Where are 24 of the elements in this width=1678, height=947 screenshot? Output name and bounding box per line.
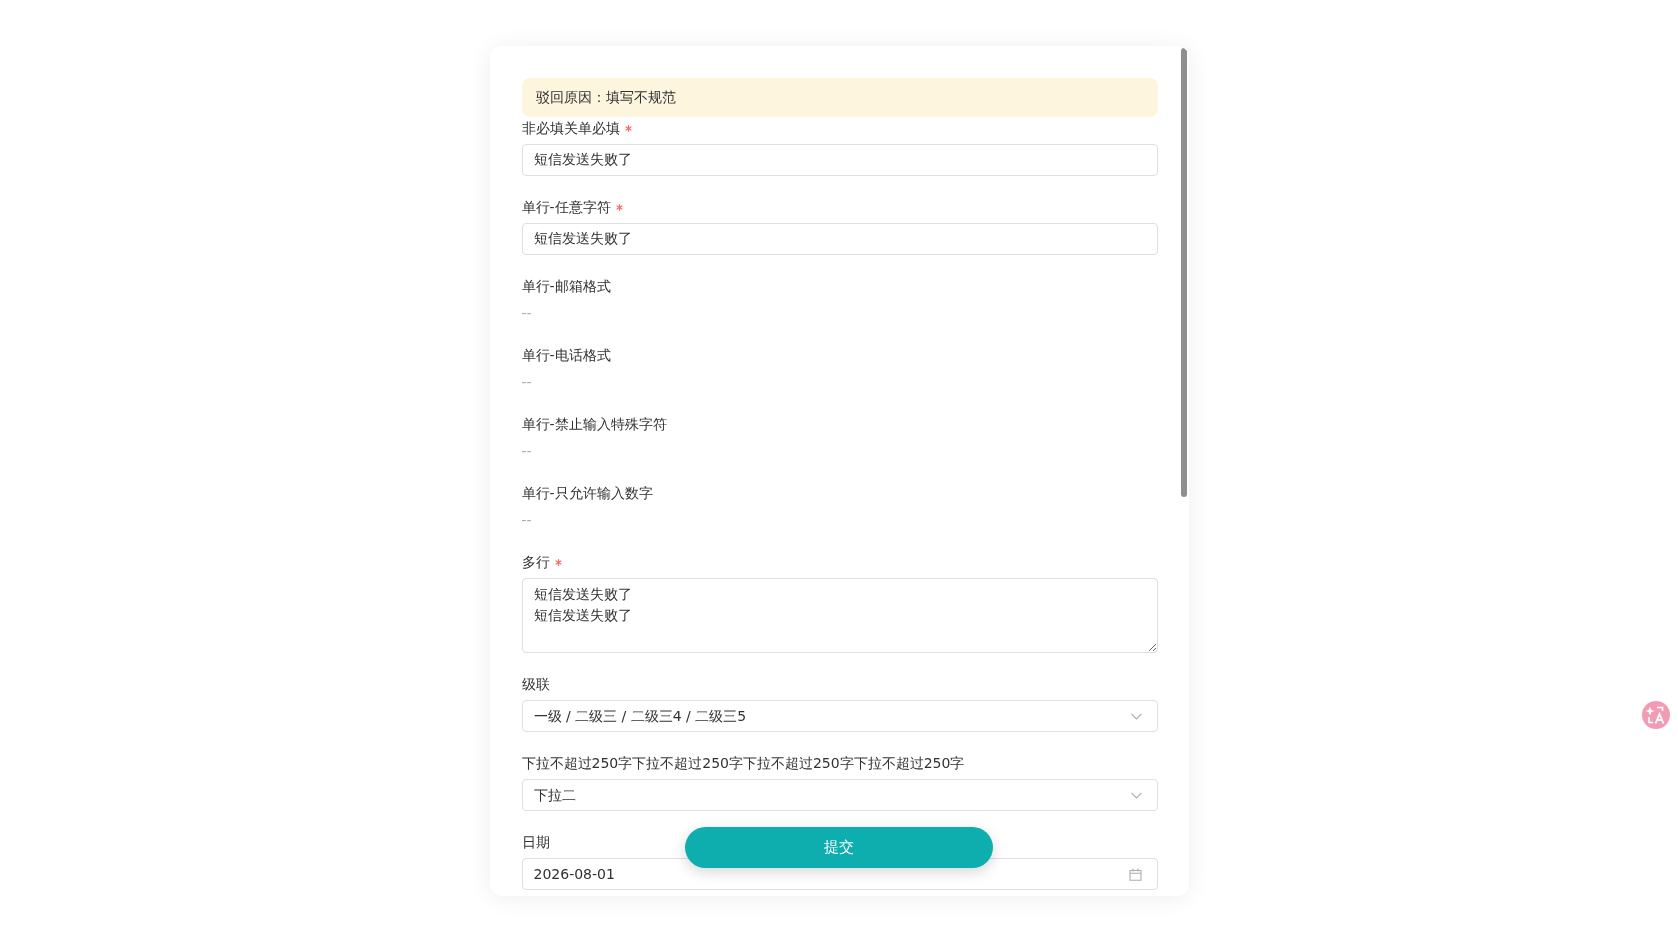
empty-value-text: --	[521, 511, 532, 530]
field-label: 非必填关单必填	[521, 119, 620, 138]
empty-value-text: --	[521, 304, 532, 323]
field-label: 下拉不超过250字下拉不超过250字下拉不超过250字下拉不超过250字	[521, 754, 965, 773]
field-label: 日期	[521, 833, 550, 852]
text-input-field[interactable]: 短信发送失败了	[521, 223, 1158, 255]
chevron-down-icon	[1130, 712, 1142, 720]
empty-value-text: --	[521, 373, 532, 392]
select-field[interactable]: 下拉二	[521, 779, 1158, 811]
empty-value-text: --	[521, 442, 532, 461]
field-label: 级联	[521, 675, 550, 694]
field-label: 多行	[521, 553, 550, 572]
field-label: 单行-邮箱格式	[521, 277, 611, 296]
field-label: 单行-电话格式	[521, 346, 611, 365]
chevron-down-icon	[1130, 791, 1142, 799]
field-label: 单行-只允许输入数字	[521, 484, 653, 503]
scrollbar[interactable]	[1180, 48, 1187, 497]
field-label: 单行-禁止输入特殊字符	[521, 415, 667, 434]
reject-reason-alert: 驳回原因：填写不规范	[521, 78, 1158, 117]
text-input-field[interactable]: 短信发送失败了	[521, 144, 1158, 176]
calendar-icon	[1128, 867, 1142, 881]
select-field[interactable]: 一级 / 二级三 / 二级三4 / 二级三5	[521, 700, 1158, 732]
textarea-field[interactable]: 短信发送失败了 短信发送失败了	[521, 578, 1158, 653]
field-label: 单行-任意字符	[521, 198, 611, 217]
